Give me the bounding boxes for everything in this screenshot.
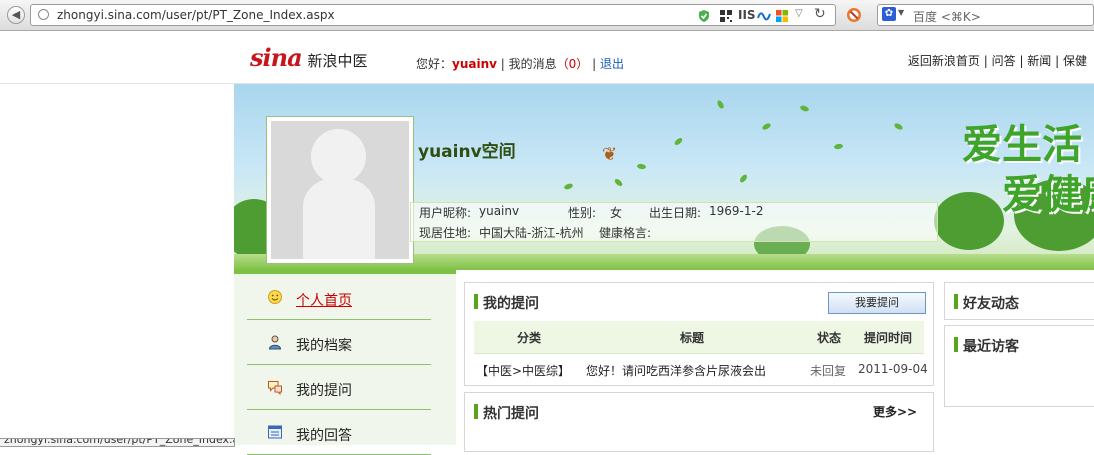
birth-label: 出生日期: (649, 206, 702, 220)
sidebar-item-profile[interactable]: 我的档案 (247, 322, 431, 365)
site-header: sina 新浪中医 您好：yuainv | 我的消息（0） | 退出 返回新浪首… (0, 31, 1094, 84)
separator: | (588, 57, 600, 71)
title-bar-marker (954, 337, 958, 352)
panel-title: 我的提问 (483, 296, 539, 312)
url-text[interactable]: zhongyi.sina.com/user/pt/PT_Zone_Index.a… (57, 8, 335, 22)
dropdown-arrow-icon[interactable]: ▽ (795, 8, 803, 22)
panel-title: 热门提问 (483, 406, 539, 422)
sidebar-item-home[interactable]: 个人首页 (247, 277, 431, 320)
column-header: 提问时间 (864, 331, 913, 345)
browser-toolbar: ◀ zhongyi.sina.com/user/pt/PT_Zone_Index… (0, 0, 1094, 31)
smiley-icon (268, 290, 282, 304)
recent-visitors-panel: 最近访客 (944, 325, 1094, 407)
leaf-decoration (716, 99, 725, 110)
sidebar-item-label: 我的档案 (296, 338, 352, 354)
leaf-decoration (799, 104, 810, 113)
reload-icon[interactable]: ↻ (814, 6, 826, 22)
sidebar-item-label: 我的提问 (296, 383, 352, 399)
speech-bubble-icon (268, 381, 282, 395)
sidebar-item-label: 个人首页 (296, 293, 352, 309)
greeting-prefix: 您好： (416, 57, 453, 71)
news-link[interactable]: 新闻 (1027, 54, 1051, 68)
username-link[interactable]: yuainv (452, 57, 497, 71)
ask-question-button[interactable]: 我要提问 (828, 292, 926, 314)
table-header: 分类 标题 状态 提问时间 (474, 321, 924, 354)
baidu-paw-icon[interactable]: ✿ (882, 7, 896, 21)
sidebar-item-answers[interactable]: 我的回答 (247, 412, 431, 455)
separator: | (496, 57, 509, 71)
leaf-decoration (673, 136, 684, 147)
gender-value: 女 (610, 206, 623, 220)
qr-code-icon[interactable] (719, 9, 733, 23)
search-input[interactable]: ✿ ▼ 百度 <⌘K> (877, 4, 1094, 26)
messages-link[interactable]: 我的消息 (509, 57, 557, 71)
user-profile-icon (268, 335, 282, 350)
shield-icon[interactable] (697, 9, 711, 23)
leaf-decoration (613, 177, 624, 188)
health-link[interactable]: 保健 (1063, 54, 1087, 68)
document-list-icon (268, 425, 282, 439)
sidebar-item-questions[interactable]: 我的提问 (247, 367, 431, 410)
gender-label: 性别: (568, 206, 597, 220)
location-label: 现居住地: (419, 226, 472, 240)
title-bar-marker (954, 294, 958, 309)
nickname-label: 用户昵称: (419, 206, 472, 220)
windows-icon[interactable] (775, 9, 789, 23)
title-bar-marker (474, 404, 478, 419)
question-status: 未回复 (810, 364, 847, 378)
globe-icon (38, 9, 49, 20)
qa-link[interactable]: 问答 (992, 54, 1016, 68)
question-date: 2011-09-04 (858, 362, 928, 376)
tree-decoration (934, 192, 1004, 250)
sidebar-item-label: 我的回答 (296, 428, 352, 444)
question-category-link[interactable]: 【中医>中医综】 (476, 362, 570, 379)
chevron-down-icon[interactable]: ▼ (898, 8, 904, 17)
sina-logo[interactable]: sina 新浪中医 (250, 43, 367, 72)
block-icon[interactable] (846, 7, 862, 23)
profile-banner: ❦ 爱生活 爱健康 yuainv空间 用户昵称: yuainv 性别: 女 出生… (234, 84, 1094, 270)
column-header: 标题 (680, 331, 705, 345)
home-link[interactable]: 返回新浪首页 (908, 54, 980, 68)
message-count: （0） (556, 57, 589, 71)
space-title: yuainv空间 (418, 142, 516, 162)
birth-value: 1969-1-2 (709, 204, 764, 218)
butterfly-icon: ❦ (602, 144, 618, 165)
iis-icon[interactable]: IIS (738, 8, 756, 22)
leaf-decoration (893, 122, 904, 131)
more-link[interactable]: 更多>> (873, 403, 917, 420)
logo-subtitle: 新浪中医 (307, 52, 368, 70)
user-greeting: 您好：yuainv | 我的消息（0） | 退出 (416, 55, 624, 72)
hot-questions-panel: 热门提问 更多>> (464, 392, 934, 452)
banner-slogan: 爱健康 (1002, 172, 1094, 218)
panel-title: 最近访客 (963, 339, 1019, 355)
leaf-decoration (636, 163, 647, 170)
location-value: 中国大陆-浙江-杭州 (479, 226, 584, 240)
motto-label: 健康格言: (599, 226, 652, 240)
friends-activity-panel: 好友动态 (944, 282, 1094, 320)
logo-text: sina (250, 43, 303, 72)
profile-info: 用户昵称: yuainv 性别: 女 出生日期: 1969-1-2 现居住地: … (410, 202, 938, 242)
wave-icon[interactable] (757, 9, 771, 23)
question-title-link[interactable]: 您好！请问吃西洋参含片尿液会出 (586, 362, 766, 379)
nickname-value: yuainv (479, 204, 520, 218)
leaf-decoration (738, 173, 749, 184)
top-links: 返回新浪首页 | 问答 | 新闻 | 保健 (907, 54, 1087, 68)
column-header: 状态 (817, 331, 842, 345)
my-questions-panel: 我的提问 我要提问 分类 标题 状态 提问时间 【中医>中医综】 您好！请问吃西… (464, 282, 934, 386)
panel-title: 好友动态 (963, 296, 1019, 312)
logout-link[interactable]: 退出 (600, 57, 624, 71)
browser-status-bar: zhongyi.sina.com/user/pt/PT_Zone_Index.a… (0, 438, 235, 447)
search-placeholder: 百度 <⌘K> (913, 10, 981, 24)
title-bar-marker (474, 294, 478, 309)
avatar-placeholder-icon (271, 121, 409, 259)
leaf-decoration (761, 122, 772, 131)
avatar[interactable] (266, 116, 414, 264)
address-bar[interactable]: zhongyi.sina.com/user/pt/PT_Zone_Index.a… (30, 4, 836, 26)
sidebar-nav: 个人首页 我的档案 我的提问 我的回答 (234, 270, 456, 455)
leaf-decoration (833, 143, 844, 150)
column-header: 分类 (517, 331, 542, 345)
leaf-decoration (563, 182, 574, 191)
back-button[interactable]: ◀ (7, 6, 25, 24)
